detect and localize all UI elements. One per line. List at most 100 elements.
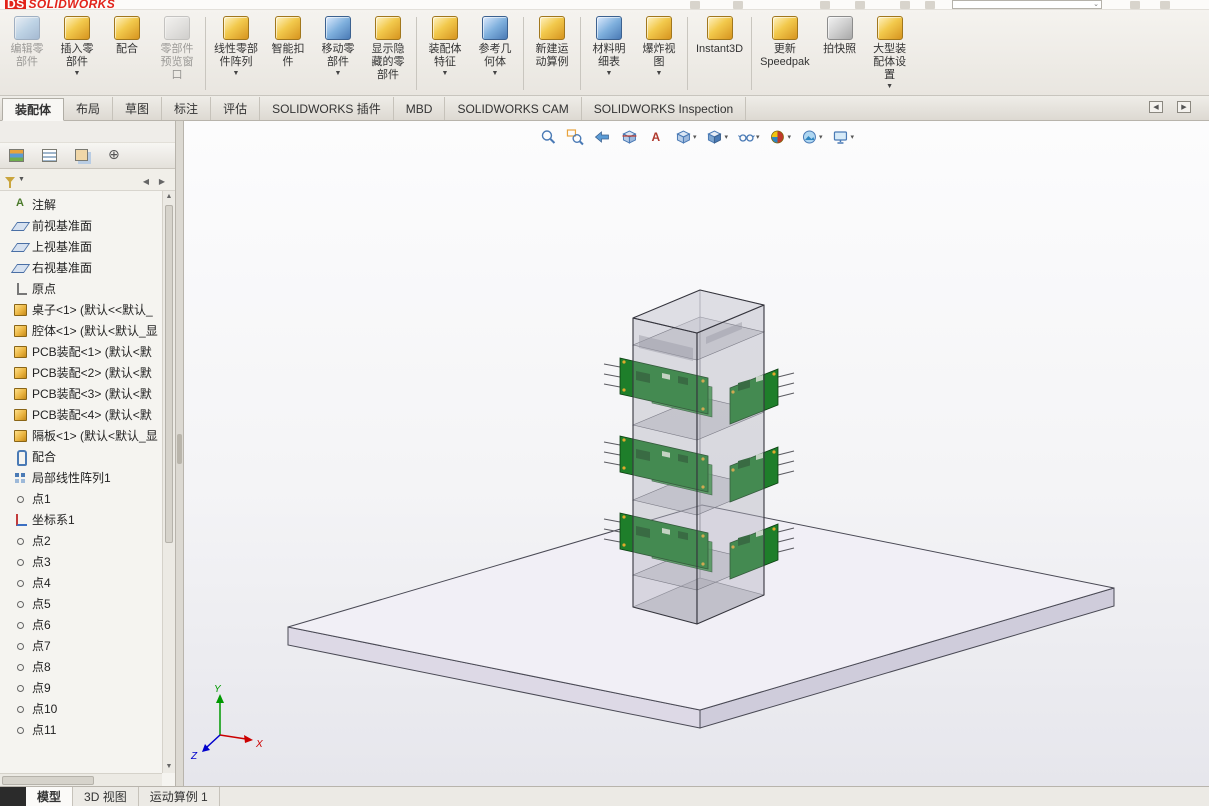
view-orientation-icon [674,128,692,146]
propertymanager-icon[interactable] [41,148,58,163]
scroll-down-icon[interactable]: ▼ [163,761,175,773]
view-tool-button[interactable]: ▾ [538,127,558,147]
study-tab[interactable]: 运动算例 1 [139,787,220,806]
tree-item[interactable]: 点8 [0,656,162,677]
tree-vertical-scrollbar[interactable]: ▲ ▼ [162,191,175,773]
panel-scroll-left-icon[interactable]: ◀ [143,177,149,186]
menubar-clipped-icon [733,1,743,9]
tree-item[interactable]: 注解 [0,194,162,215]
menubar: DS SOLIDWORKS ⌄ [0,0,1209,10]
zoom-area-icon [566,128,584,146]
tree-item[interactable]: 腔体<1> (默认<默认_显 [0,320,162,341]
featuremanager-icon[interactable] [8,148,25,163]
tree-item[interactable]: 点11 [0,719,162,740]
view-tool-button[interactable]: ▾ [704,127,729,147]
ribbon-button[interactable]: 拍快照 ▼ [815,12,865,95]
ribbon-button-label: 显示隐 藏的零 部件 [371,43,405,81]
ribbon-button[interactable]: 大型装 配体设 置 ▼ [865,12,915,95]
study-tab[interactable]: 模型 [26,787,74,806]
tree-item[interactable]: 点10 [0,698,162,719]
model-canvas[interactable]: Y X Z [184,121,1209,786]
ribbon-button[interactable]: 新建运 动算例 ▼ [527,12,577,95]
tree-item[interactable]: PCB装配<1> (默认<默 [0,341,162,362]
ribbon-button[interactable]: 插入零 部件 ▼ [52,12,102,95]
view-tool-button[interactable]: ▾ [799,127,824,147]
command-tab[interactable]: SOLIDWORKS CAM [445,97,582,120]
tree-item[interactable]: 局部线性阵列1 [0,467,162,488]
pane-toggle-right-icon[interactable]: ▶ [1177,101,1191,113]
command-tab[interactable]: 标注 [162,97,212,120]
command-tab[interactable]: 评估 [211,97,261,120]
ribbon-button[interactable]: 智能扣 件 ▼ [263,12,313,95]
command-tab[interactable]: 布局 [64,97,114,120]
tree-item[interactable]: 点2 [0,530,162,551]
tree-item[interactable]: 上视基准面 [0,236,162,257]
command-tab[interactable]: SOLIDWORKS Inspection [582,97,747,120]
filter-caret-icon[interactable]: ▼ [18,176,25,183]
ribbon-button[interactable]: 移动零 部件 ▼ [313,12,363,95]
dropdown-caret-icon: ▾ [724,134,728,141]
tree-item[interactable]: PCB装配<3> (默认<默 [0,383,162,404]
tree-item[interactable]: 坐标系1 [0,509,162,530]
search-box[interactable]: ⌄ [952,0,1102,9]
tree-item[interactable]: 前视基准面 [0,215,162,236]
ribbon-button-label: 材料明 细表 [592,43,626,68]
scroll-up-icon[interactable]: ▲ [163,191,175,203]
study-tab[interactable]: 3D 视图 [73,787,139,806]
panel-splitter[interactable] [176,121,184,786]
ribbon-button[interactable]: 线性零部 件阵列 ▼ [209,12,263,95]
ribbon-button[interactable]: 爆炸视 图 ▼ [634,12,684,95]
view-tool-button[interactable]: ▾ [831,127,856,147]
tree-item[interactable]: 隔板<1> (默认<默认_显 [0,425,162,446]
ribbon-button[interactable]: 零部件 预览窗 口 ▼ [152,12,202,95]
tree-item[interactable]: 桌子<1> (默认<<默认_ [0,299,162,320]
configurationmanager-icon[interactable] [74,148,91,163]
ribbon-button[interactable]: Instant3D ▼ [691,12,748,95]
graphics-viewport[interactable]: Y X Z ▾ ▾ ▾ [184,121,1209,786]
tree-item[interactable]: 点5 [0,593,162,614]
tree-item[interactable]: PCB装配<2> (默认<默 [0,362,162,383]
tree-item[interactable]: PCB装配<4> (默认<默 [0,404,162,425]
tree-item[interactable]: 点1 [0,488,162,509]
view-tool-button[interactable]: A ▾ [646,127,666,147]
tree-item[interactable]: 点9 [0,677,162,698]
component-icon [13,344,28,359]
panel-scroll-right-icon[interactable]: ▶ [159,177,165,186]
pane-toggle-left-icon[interactable]: ◀ [1149,101,1163,113]
view-tool-button[interactable]: ▾ [768,127,793,147]
apply-scene-icon [800,128,818,146]
view-tool-button[interactable]: ▾ [619,127,639,147]
command-tab[interactable]: 装配体 [2,98,65,121]
command-tab[interactable]: MBD [394,97,446,120]
tree-item[interactable]: 原点 [0,278,162,299]
scrollbar-thumb[interactable] [165,205,173,543]
tree-item-label: 点7 [32,639,51,653]
ribbon-button-label: 大型装 配体设 置 [873,43,907,81]
ribbon-button[interactable]: 编辑零 部件 ▼ [2,12,52,95]
tree-item[interactable]: 点7 [0,635,162,656]
command-tab[interactable]: 草图 [113,97,163,120]
tree-item[interactable]: 点6 [0,614,162,635]
ribbon-button[interactable]: 参考几 何体 ▼ [470,12,520,95]
ribbon-group-separator [523,17,524,90]
ribbon-button[interactable]: 材料明 细表 ▼ [584,12,634,95]
menubar-clipped-icon [855,1,865,9]
ribbon-button[interactable]: 配合 ▼ [102,12,152,95]
view-tool-button[interactable]: ▾ [592,127,612,147]
scrollbar-thumb[interactable] [2,776,94,785]
command-tab[interactable]: SOLIDWORKS 插件 [260,97,394,120]
ribbon-button[interactable]: 更新 Speedpak ▼ [755,12,815,95]
ribbon-button[interactable]: 装配体 特征 ▼ [420,12,470,95]
tree-item[interactable]: 右视基准面 [0,257,162,278]
filter-icon[interactable] [5,176,15,188]
displaymanager-icon[interactable] [107,146,124,163]
view-tool-button[interactable]: ▾ [565,127,585,147]
tree-item[interactable]: 点4 [0,572,162,593]
tree-horizontal-scrollbar[interactable] [0,773,162,786]
tree-item[interactable]: 配合 [0,446,162,467]
tree-item[interactable]: 点3 [0,551,162,572]
view-tool-button[interactable]: ▾ [736,127,761,147]
view-tool-button[interactable]: ▾ [673,127,698,147]
hide-show-items-icon [737,128,755,146]
ribbon-button[interactable]: 显示隐 藏的零 部件 ▼ [363,12,413,95]
